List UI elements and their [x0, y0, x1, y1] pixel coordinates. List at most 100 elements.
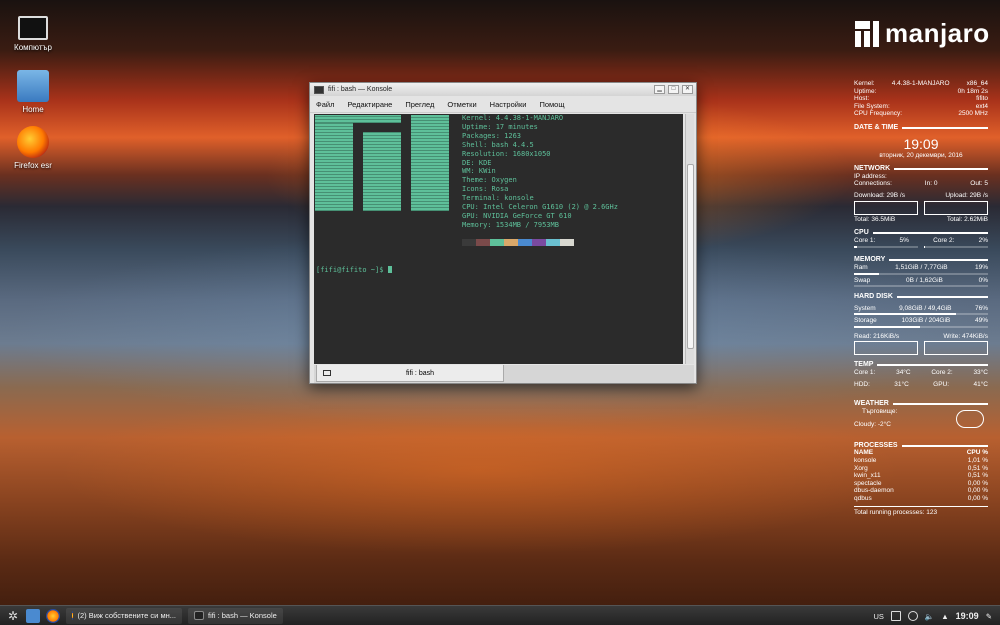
home-folder-icon: [17, 70, 49, 102]
scrollbar-thumb[interactable]: [687, 164, 694, 349]
menu-item[interactable]: Помощ: [539, 100, 564, 109]
network-graphs: [854, 200, 988, 215]
desktop-icon-label: Компютър: [14, 43, 52, 52]
task-firefox[interactable]: (2) Виж собствените си мн...: [66, 607, 182, 624]
kde-menu-icon[interactable]: ✲: [6, 609, 20, 623]
cpu-bars: [854, 245, 988, 250]
task-label: fifi : bash — Konsole: [208, 611, 277, 620]
maximize-button[interactable]: □: [668, 85, 679, 94]
panel-settings-icon[interactable]: ✎: [986, 612, 992, 621]
ram-row: Ram 1,51GiB / 7,77GiB 19%: [854, 263, 988, 271]
tab-bar: fifi : bash: [314, 365, 694, 383]
write-graph: [924, 341, 988, 356]
download-graph: [854, 200, 918, 215]
manjaro-mark-icon: [855, 20, 879, 47]
desktop-icon-home[interactable]: Home: [8, 70, 58, 114]
storage-disk-bar: [854, 325, 988, 328]
color-swatch: [560, 239, 574, 246]
color-swatch: [504, 239, 518, 246]
tab-bash[interactable]: fifi : bash: [316, 365, 504, 382]
task-label: (2) Виж собствените си мн...: [77, 611, 176, 620]
bar-fill: [924, 246, 926, 249]
info-line: GPU: NVIDIA GeForce GT 610: [462, 211, 572, 220]
upload-graph: [924, 200, 988, 215]
terminal-scrollbar[interactable]: [685, 114, 694, 364]
conky-monitor: Kernel: 4.4.38-1-MANJARO x86_64 Uptime: 0h 1…: [854, 80, 988, 516]
menu-bar: Файл Редактиране Преглед Отметки Настройки По…: [310, 96, 696, 113]
weather-block: Търговище: Cloudy: -2°C: [854, 408, 988, 436]
firefox-icon: [72, 611, 74, 620]
info-line: Terminal: konsole: [462, 194, 534, 203]
datetime-title: DATE & TIME: [854, 124, 988, 132]
process-row: konsole 1,01 %: [854, 457, 988, 465]
info-line: CPU: Intel Celeron G1610 (2) @ 2.6GHz: [462, 203, 618, 212]
manjaro-wordmark: manjaro: [885, 18, 990, 48]
cloud-icon: [956, 409, 984, 428]
taskbar: ✲ (2) Виж собствените си мн... fifi : ba…: [0, 605, 1000, 625]
display-icon[interactable]: [890, 611, 901, 621]
panel-clock[interactable]: 19:09: [956, 611, 979, 621]
system-disk-bar: [854, 313, 988, 316]
process-list: konsole 1,01 % Xorg 0,51 % kwin_x11 0,51 % spe…: [854, 457, 988, 503]
terminal-tab-icon: [323, 370, 331, 376]
color-swatch: [490, 239, 504, 246]
terminal-view[interactable]: Kernel: 4.4.38-1-MANJARO Uptime: 17 minut…: [314, 114, 683, 364]
processes-title: PROCESSES: [854, 442, 988, 450]
show-desktop-icon[interactable]: [26, 608, 40, 623]
process-row: dbus-daemon 0,00 %: [854, 487, 988, 495]
system-info-row: CPU Frequency: 2500 MHz: [854, 110, 988, 118]
konsole-window[interactable]: fifi : bash — Konsole ▁ □ ✕ Файл Редактир…: [309, 82, 697, 384]
weather-title: WEATHER: [854, 400, 988, 408]
read-graph: [854, 341, 918, 356]
network-title: NETWORK: [854, 165, 988, 173]
tab-label: fifi : bash: [405, 369, 434, 377]
info-line: Resolution: 1680x1050: [462, 149, 551, 158]
menu-item[interactable]: Отметки: [447, 100, 476, 109]
bar-fill: [854, 246, 858, 249]
info-line: Memory: 1534MB / 7953MB: [462, 220, 559, 229]
keyboard-layout[interactable]: US: [873, 612, 883, 621]
bar-fill: [854, 325, 920, 328]
menu-item[interactable]: Файл: [316, 100, 334, 109]
menu-item[interactable]: Преглед: [405, 100, 434, 109]
expand-tray-icon[interactable]: ▲: [941, 612, 948, 621]
system-info: Kernel: 4.4.38-1-MANJARO x86_64 Uptime: 0h 1…: [854, 80, 988, 118]
swap-bar: [854, 285, 988, 288]
info-line: WM: KWin: [462, 167, 496, 176]
desktop-icon-firefox[interactable]: Firefox esr: [8, 126, 58, 170]
window-titlebar[interactable]: fifi : bash — Konsole ▁ □ ✕: [310, 83, 696, 96]
color-swatch: [462, 239, 476, 246]
process-row: Xorg 0,51 %: [854, 464, 988, 472]
disk-title: HARD DISK: [854, 293, 988, 301]
temp-hdd-gpu-row: HDD: 31°C GPU: 41°C: [854, 380, 988, 388]
process-row: qdbus 0,00 %: [854, 495, 988, 502]
info-line: Icons: Rosa: [462, 185, 509, 194]
close-button[interactable]: ✕: [682, 85, 693, 94]
system-info-list: Kernel: 4.4.38-1-MANJARO Uptime: 17 minut…: [462, 114, 618, 230]
color-palette: [462, 239, 574, 246]
system-disk-row: System 9,08GiB / 49,4GiB 76%: [854, 304, 988, 312]
info-line: Uptime: 17 minutes: [462, 122, 538, 131]
window-title: fifi : bash — Konsole: [328, 86, 393, 93]
divider: [854, 505, 988, 507]
minimize-button[interactable]: ▁: [654, 85, 665, 94]
menu-item[interactable]: Редактиране: [347, 100, 392, 109]
speed-row: Download: 29B /s Upload: 29B /s: [854, 191, 988, 199]
menu-item[interactable]: Настройки: [490, 100, 527, 109]
computer-icon: [18, 16, 48, 40]
volume-icon[interactable]: 🔈: [925, 612, 934, 621]
manjaro-logo: manjaro: [855, 18, 990, 49]
connections-row: Connections: In: 0 Out: 5: [854, 180, 988, 188]
system-tray: US 🔈 ▲ 19:09 ✎: [873, 608, 992, 624]
disk-io-row: Read: 216KiB/s Write: 474KiB/s: [854, 332, 988, 340]
clipboard-icon[interactable]: [907, 611, 918, 621]
info-line: Shell: bash 4.4.5: [462, 140, 534, 149]
process-total: Total running processes: 123: [854, 508, 938, 516]
task-konsole[interactable]: fifi : bash — Konsole: [188, 607, 283, 624]
shell-prompt[interactable]: [fifi@fifito ~]$: [316, 266, 392, 275]
desktop-icon-computer[interactable]: Компютър: [8, 12, 58, 52]
desktop-icon-label: Home: [22, 105, 44, 114]
memory-title: MEMORY: [854, 256, 988, 264]
firefox-launcher-icon[interactable]: [46, 608, 60, 623]
cpu-row: Core 1: 5% Core 2: 2%: [854, 236, 988, 244]
